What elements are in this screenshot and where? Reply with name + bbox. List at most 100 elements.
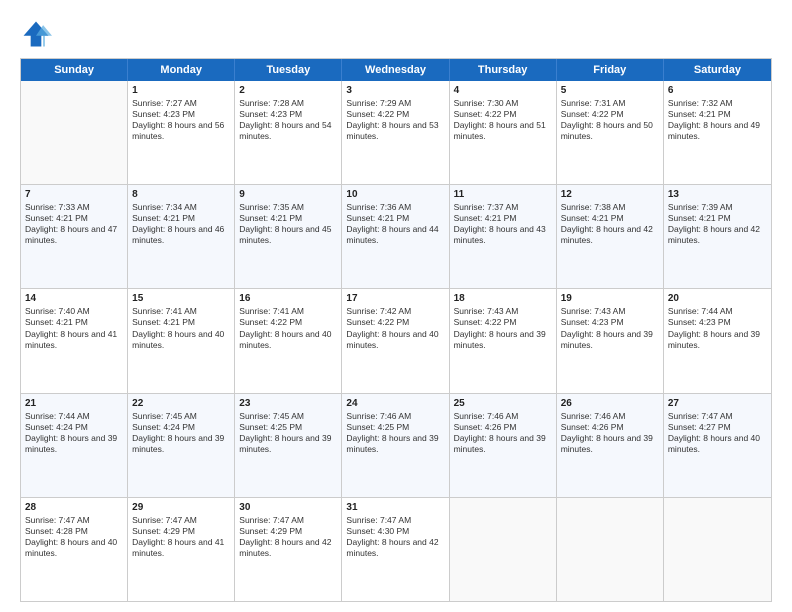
calendar-row: 7 Sunrise: 7:33 AM Sunset: 4:21 PM Dayli…: [21, 184, 771, 288]
sunset-line: Sunset: 4:23 PM: [239, 109, 337, 120]
cal-header-cell: Monday: [128, 59, 235, 81]
day-number: 18: [454, 292, 552, 305]
daylight-line: Daylight: 8 hours and 43 minutes.: [454, 224, 552, 246]
calendar-body: 1 Sunrise: 7:27 AM Sunset: 4:23 PM Dayli…: [21, 81, 771, 601]
header: [20, 18, 772, 50]
day-number: 21: [25, 397, 123, 410]
page: SundayMondayTuesdayWednesdayThursdayFrid…: [0, 0, 792, 612]
day-number: 26: [561, 397, 659, 410]
calendar-cell: 9 Sunrise: 7:35 AM Sunset: 4:21 PM Dayli…: [235, 185, 342, 288]
sunset-line: Sunset: 4:25 PM: [239, 422, 337, 433]
sunrise-line: Sunrise: 7:37 AM: [454, 202, 552, 213]
day-number: 20: [668, 292, 767, 305]
sunset-line: Sunset: 4:21 PM: [25, 213, 123, 224]
daylight-line: Daylight: 8 hours and 42 minutes.: [239, 537, 337, 559]
calendar-cell: 16 Sunrise: 7:41 AM Sunset: 4:22 PM Dayl…: [235, 289, 342, 392]
sunrise-line: Sunrise: 7:32 AM: [668, 98, 767, 109]
day-number: 24: [346, 397, 444, 410]
daylight-line: Daylight: 8 hours and 40 minutes.: [346, 329, 444, 351]
day-number: 29: [132, 501, 230, 514]
calendar-row: 1 Sunrise: 7:27 AM Sunset: 4:23 PM Dayli…: [21, 81, 771, 184]
daylight-line: Daylight: 8 hours and 39 minutes.: [454, 329, 552, 351]
daylight-line: Daylight: 8 hours and 49 minutes.: [668, 120, 767, 142]
day-number: 13: [668, 188, 767, 201]
daylight-line: Daylight: 8 hours and 42 minutes.: [668, 224, 767, 246]
daylight-line: Daylight: 8 hours and 39 minutes.: [346, 433, 444, 455]
sunset-line: Sunset: 4:22 PM: [346, 317, 444, 328]
sunset-line: Sunset: 4:30 PM: [346, 526, 444, 537]
day-number: 7: [25, 188, 123, 201]
day-number: 28: [25, 501, 123, 514]
sunrise-line: Sunrise: 7:40 AM: [25, 306, 123, 317]
calendar-cell: [664, 498, 771, 601]
sunset-line: Sunset: 4:25 PM: [346, 422, 444, 433]
daylight-line: Daylight: 8 hours and 47 minutes.: [25, 224, 123, 246]
daylight-line: Daylight: 8 hours and 46 minutes.: [132, 224, 230, 246]
sunset-line: Sunset: 4:23 PM: [668, 317, 767, 328]
sunset-line: Sunset: 4:21 PM: [668, 109, 767, 120]
sunrise-line: Sunrise: 7:36 AM: [346, 202, 444, 213]
sunrise-line: Sunrise: 7:33 AM: [25, 202, 123, 213]
day-number: 14: [25, 292, 123, 305]
calendar-cell: 7 Sunrise: 7:33 AM Sunset: 4:21 PM Dayli…: [21, 185, 128, 288]
day-number: 17: [346, 292, 444, 305]
day-number: 22: [132, 397, 230, 410]
sunrise-line: Sunrise: 7:41 AM: [239, 306, 337, 317]
daylight-line: Daylight: 8 hours and 39 minutes.: [25, 433, 123, 455]
calendar-cell: 5 Sunrise: 7:31 AM Sunset: 4:22 PM Dayli…: [557, 81, 664, 184]
sunset-line: Sunset: 4:21 PM: [239, 213, 337, 224]
calendar-cell: 24 Sunrise: 7:46 AM Sunset: 4:25 PM Dayl…: [342, 394, 449, 497]
calendar-cell: 30 Sunrise: 7:47 AM Sunset: 4:29 PM Dayl…: [235, 498, 342, 601]
calendar-cell: 31 Sunrise: 7:47 AM Sunset: 4:30 PM Dayl…: [342, 498, 449, 601]
daylight-line: Daylight: 8 hours and 40 minutes.: [25, 537, 123, 559]
day-number: 31: [346, 501, 444, 514]
day-number: 19: [561, 292, 659, 305]
calendar-cell: 28 Sunrise: 7:47 AM Sunset: 4:28 PM Dayl…: [21, 498, 128, 601]
sunrise-line: Sunrise: 7:46 AM: [346, 411, 444, 422]
daylight-line: Daylight: 8 hours and 39 minutes.: [668, 329, 767, 351]
daylight-line: Daylight: 8 hours and 45 minutes.: [239, 224, 337, 246]
calendar-cell: 18 Sunrise: 7:43 AM Sunset: 4:22 PM Dayl…: [450, 289, 557, 392]
day-number: 25: [454, 397, 552, 410]
sunset-line: Sunset: 4:29 PM: [132, 526, 230, 537]
sunrise-line: Sunrise: 7:39 AM: [668, 202, 767, 213]
sunset-line: Sunset: 4:21 PM: [346, 213, 444, 224]
calendar-header: SundayMondayTuesdayWednesdayThursdayFrid…: [21, 59, 771, 81]
calendar-row: 21 Sunrise: 7:44 AM Sunset: 4:24 PM Dayl…: [21, 393, 771, 497]
calendar-cell: 14 Sunrise: 7:40 AM Sunset: 4:21 PM Dayl…: [21, 289, 128, 392]
calendar-cell: [450, 498, 557, 601]
cal-header-cell: Wednesday: [342, 59, 449, 81]
sunrise-line: Sunrise: 7:29 AM: [346, 98, 444, 109]
day-number: 27: [668, 397, 767, 410]
sunrise-line: Sunrise: 7:34 AM: [132, 202, 230, 213]
calendar-cell: 21 Sunrise: 7:44 AM Sunset: 4:24 PM Dayl…: [21, 394, 128, 497]
day-number: 5: [561, 84, 659, 97]
daylight-line: Daylight: 8 hours and 50 minutes.: [561, 120, 659, 142]
sunset-line: Sunset: 4:23 PM: [561, 317, 659, 328]
logo: [20, 18, 58, 50]
cal-header-cell: Tuesday: [235, 59, 342, 81]
calendar-cell: 25 Sunrise: 7:46 AM Sunset: 4:26 PM Dayl…: [450, 394, 557, 497]
sunrise-line: Sunrise: 7:43 AM: [454, 306, 552, 317]
daylight-line: Daylight: 8 hours and 39 minutes.: [239, 433, 337, 455]
calendar-row: 14 Sunrise: 7:40 AM Sunset: 4:21 PM Dayl…: [21, 288, 771, 392]
calendar-cell: 26 Sunrise: 7:46 AM Sunset: 4:26 PM Dayl…: [557, 394, 664, 497]
daylight-line: Daylight: 8 hours and 39 minutes.: [454, 433, 552, 455]
calendar-cell: 29 Sunrise: 7:47 AM Sunset: 4:29 PM Dayl…: [128, 498, 235, 601]
sunrise-line: Sunrise: 7:45 AM: [132, 411, 230, 422]
daylight-line: Daylight: 8 hours and 40 minutes.: [239, 329, 337, 351]
calendar-cell: 13 Sunrise: 7:39 AM Sunset: 4:21 PM Dayl…: [664, 185, 771, 288]
cal-header-cell: Sunday: [21, 59, 128, 81]
sunrise-line: Sunrise: 7:30 AM: [454, 98, 552, 109]
cal-header-cell: Friday: [557, 59, 664, 81]
daylight-line: Daylight: 8 hours and 41 minutes.: [25, 329, 123, 351]
calendar-cell: [21, 81, 128, 184]
sunrise-line: Sunrise: 7:38 AM: [561, 202, 659, 213]
sunset-line: Sunset: 4:21 PM: [561, 213, 659, 224]
daylight-line: Daylight: 8 hours and 39 minutes.: [132, 433, 230, 455]
sunset-line: Sunset: 4:26 PM: [561, 422, 659, 433]
sunrise-line: Sunrise: 7:44 AM: [25, 411, 123, 422]
sunset-line: Sunset: 4:22 PM: [239, 317, 337, 328]
sunset-line: Sunset: 4:21 PM: [132, 213, 230, 224]
calendar-cell: 23 Sunrise: 7:45 AM Sunset: 4:25 PM Dayl…: [235, 394, 342, 497]
